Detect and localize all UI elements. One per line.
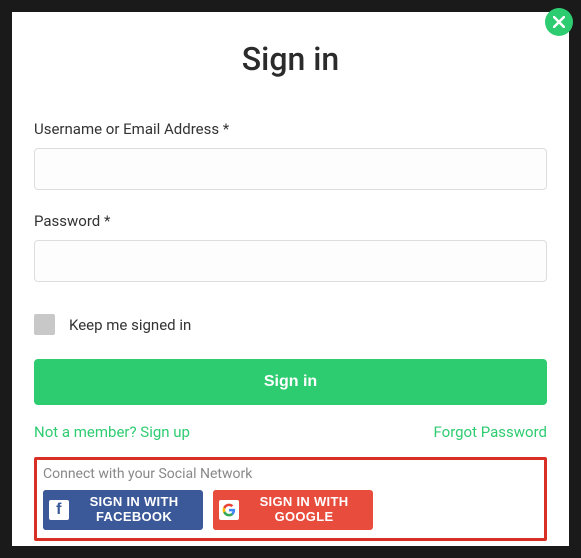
links-row: Not a member? Sign up Forgot Password bbox=[34, 423, 547, 441]
username-label: Username or Email Address * bbox=[34, 120, 547, 138]
close-icon bbox=[553, 13, 565, 32]
facebook-button-label: SIGN IN WITH FACEBOOK bbox=[75, 495, 203, 525]
forgot-password-link[interactable]: Forgot Password bbox=[434, 423, 548, 441]
keep-signed-checkbox[interactable] bbox=[34, 314, 55, 335]
social-heading: Connect with your Social Network bbox=[43, 466, 538, 482]
signin-modal: Sign in Username or Email Address * Pass… bbox=[12, 12, 569, 546]
google-button-label: SIGN IN WITH GOOGLE bbox=[245, 495, 373, 525]
close-button[interactable] bbox=[545, 8, 573, 36]
facebook-icon: f bbox=[43, 490, 75, 530]
facebook-signin-button[interactable]: f SIGN IN WITH FACEBOOK bbox=[43, 490, 203, 530]
keep-signed-label: Keep me signed in bbox=[69, 316, 191, 334]
signin-button[interactable]: Sign in bbox=[34, 359, 547, 405]
password-label: Password * bbox=[34, 212, 547, 230]
social-section: Connect with your Social Network f SIGN … bbox=[34, 457, 547, 541]
password-input[interactable] bbox=[34, 240, 547, 282]
google-icon bbox=[213, 490, 245, 530]
username-input[interactable] bbox=[34, 148, 547, 190]
keep-signed-row: Keep me signed in bbox=[34, 314, 547, 335]
modal-title: Sign in bbox=[34, 40, 547, 78]
social-buttons-row: f SIGN IN WITH FACEBOOK SIGN IN WIT bbox=[43, 490, 538, 530]
google-signin-button[interactable]: SIGN IN WITH GOOGLE bbox=[213, 490, 373, 530]
signup-link[interactable]: Not a member? Sign up bbox=[34, 423, 190, 441]
